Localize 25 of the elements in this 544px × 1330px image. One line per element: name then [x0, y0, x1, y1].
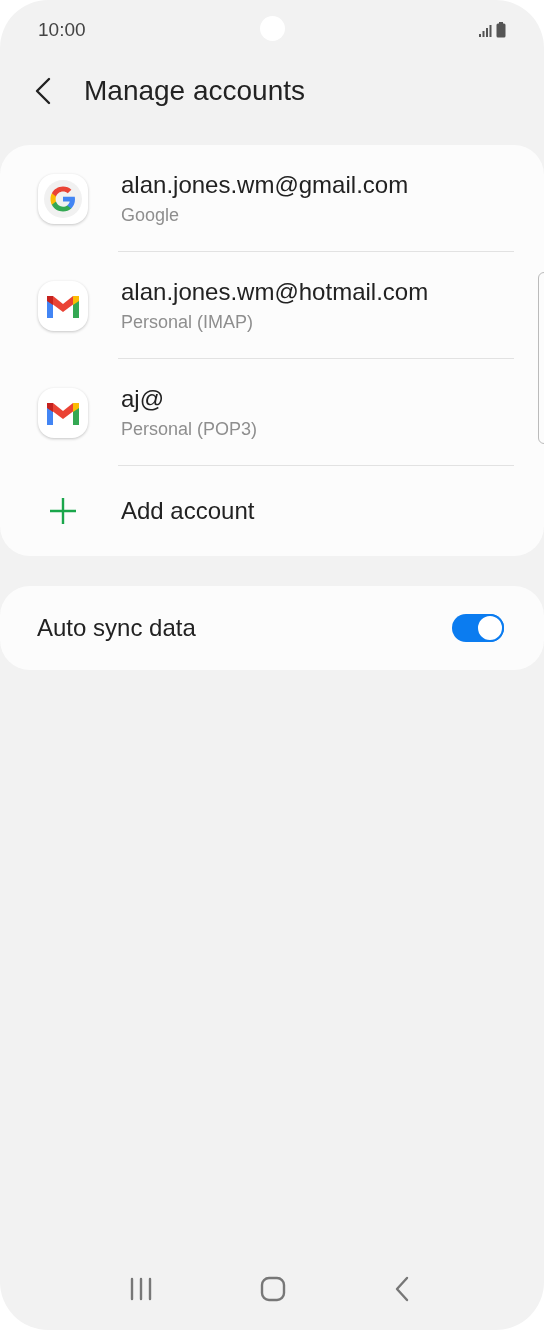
add-account-label: Add account — [121, 497, 255, 525]
recent-apps-icon[interactable] — [128, 1277, 153, 1301]
account-row[interactable]: alan.jones.wm@hotmail.com Personal (IMAP) — [0, 252, 544, 359]
account-email: alan.jones.wm@hotmail.com — [121, 278, 429, 306]
auto-sync-row[interactable]: Auto sync data — [0, 586, 544, 670]
plus-icon — [49, 497, 77, 525]
back-icon[interactable] — [394, 1276, 411, 1302]
page-title: Manage accounts — [84, 75, 306, 107]
account-row[interactable]: aj@ Personal (POP3) — [0, 359, 544, 466]
add-account-row[interactable]: Add account — [0, 466, 544, 556]
battery-icon — [496, 22, 506, 38]
account-row[interactable]: alan.jones.wm@gmail.com Google — [0, 145, 544, 252]
mail-m-logo-icon — [38, 387, 88, 438]
account-type: Personal (IMAP) — [121, 312, 255, 333]
signal-icon — [478, 24, 492, 38]
account-email: alan.jones.wm@gmail.com — [121, 171, 409, 199]
toggle-switch[interactable] — [452, 614, 504, 642]
account-email: aj@ — [121, 385, 166, 413]
account-type: Google — [121, 205, 181, 226]
account-type: Personal (POP3) — [121, 419, 258, 440]
mail-m-logo-icon — [38, 280, 88, 331]
status-time: 10:00 — [38, 19, 86, 41]
auto-sync-label: Auto sync data — [37, 614, 196, 642]
home-icon[interactable] — [260, 1276, 287, 1302]
google-logo-icon — [38, 173, 88, 224]
